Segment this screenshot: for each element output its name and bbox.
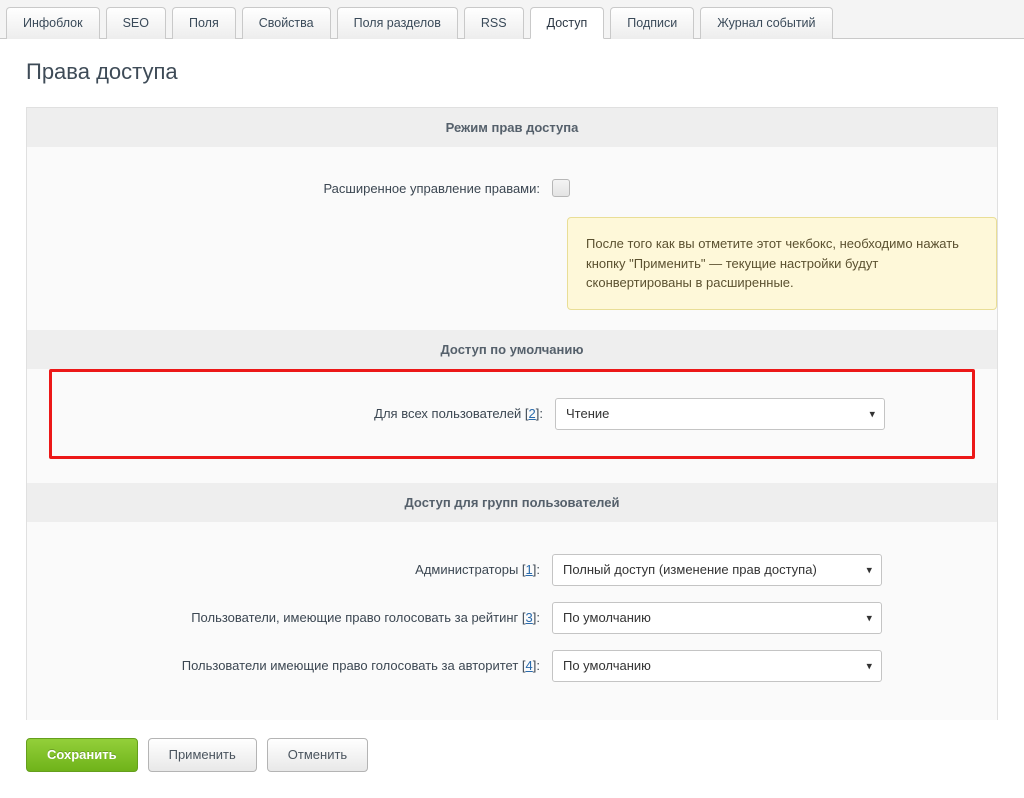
default-access-highlight: Для всех пользователей [2]: Чтение <box>49 369 975 459</box>
page-title: Права доступа <box>26 59 998 85</box>
settings-pane: Режим прав доступа Расширенное управлени… <box>26 107 998 720</box>
page-content: Права доступа Режим прав доступа Расшире… <box>0 39 1024 720</box>
cancel-button[interactable]: Отменить <box>267 738 368 772</box>
advanced-rights-row: Расширенное управление правами: <box>27 171 997 205</box>
group-access-select[interactable]: По умолчанию <box>552 650 882 682</box>
default-access-select-wrap: Чтение <box>555 398 885 430</box>
group-row-admins: Администраторы [1]: Полный доступ (измен… <box>27 546 997 594</box>
default-access-row: Для всех пользователей [2]: Чтение <box>52 390 972 438</box>
tabs-bar: Инфоблок SEO Поля Свойства Поля разделов… <box>0 0 1024 39</box>
group-id-link[interactable]: 3 <box>526 610 533 625</box>
tab-captions[interactable]: Подписи <box>610 7 694 39</box>
tab-infoblock[interactable]: Инфоблок <box>6 7 100 39</box>
advanced-rights-checkbox[interactable] <box>552 179 570 197</box>
group-row-rating-voters: Пользователи, имеющие право голосовать з… <box>27 594 997 642</box>
save-button[interactable]: Сохранить <box>26 738 138 772</box>
group-label: Администраторы [1]: <box>27 562 552 577</box>
section-header-groups: Доступ для групп пользователей <box>27 483 997 522</box>
group-label: Пользователи, имеющие право голосовать з… <box>27 610 552 625</box>
tab-properties[interactable]: Свойства <box>242 7 331 39</box>
tab-access[interactable]: Доступ <box>530 7 605 39</box>
apply-button[interactable]: Применить <box>148 738 257 772</box>
tab-section-fields[interactable]: Поля разделов <box>337 7 458 39</box>
action-buttons: Сохранить Применить Отменить <box>0 720 1024 798</box>
tab-event-log[interactable]: Журнал событий <box>700 7 832 39</box>
group-row-authority-voters: Пользователи имеющие право голосовать за… <box>27 642 997 690</box>
tab-fields[interactable]: Поля <box>172 7 236 39</box>
tab-rss[interactable]: RSS <box>464 7 524 39</box>
tab-seo[interactable]: SEO <box>106 7 166 39</box>
group-id-link[interactable]: 1 <box>526 562 533 577</box>
group-id-link[interactable]: 4 <box>526 658 533 673</box>
advanced-rights-notice: После того как вы отметите этот чекбокс,… <box>567 217 997 310</box>
advanced-rights-label: Расширенное управление правами: <box>27 181 552 196</box>
default-access-select[interactable]: Чтение <box>555 398 885 430</box>
group-access-select[interactable]: По умолчанию <box>552 602 882 634</box>
default-access-label: Для всех пользователей [2]: <box>52 406 555 421</box>
section-header-default: Доступ по умолчанию <box>27 330 997 369</box>
section-header-mode: Режим прав доступа <box>27 108 997 147</box>
group-label: Пользователи имеющие право голосовать за… <box>27 658 552 673</box>
group-id-link[interactable]: 2 <box>529 406 536 421</box>
group-access-select[interactable]: Полный доступ (изменение прав доступа) <box>552 554 882 586</box>
